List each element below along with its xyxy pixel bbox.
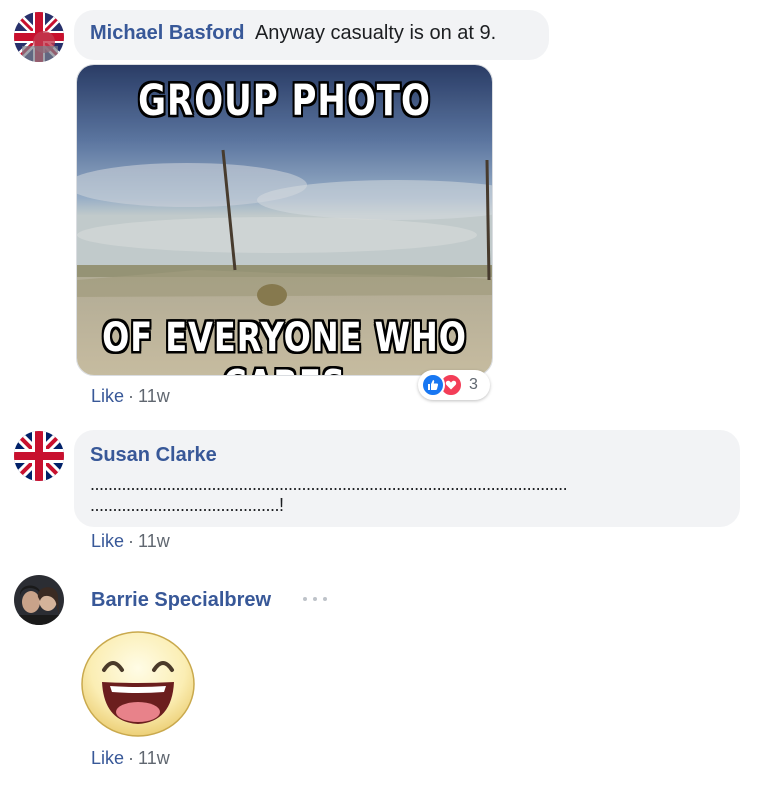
separator: · [128,386,135,406]
comment-actions: Like · 11w [91,386,170,407]
avatar-michael-basford[interactable] [14,12,64,62]
meme-top-text: GROUP PHOTO [138,76,431,126]
more-options-icon[interactable] [303,591,327,607]
comment-bubble: Susan Clarke ...........................… [74,430,740,527]
comment-actions: Like · 11w [91,748,170,769]
separator: · [128,748,135,768]
comment-author[interactable]: Susan Clarke [90,444,724,467]
like-icon [421,373,445,397]
comment-actions: Like · 11w [91,531,170,552]
timestamp-link[interactable]: 11w [138,531,170,551]
meme-bottom-text: OF EVERYONE WHO CARES [102,313,467,376]
like-link[interactable]: Like [91,531,124,551]
comment-text: Anyway casualty is on at 9. [254,22,497,44]
reactions-summary[interactable]: 3 [418,370,490,400]
comment-text-line-1: ........................................… [90,474,568,494]
reaction-count: 3 [469,376,478,393]
like-link[interactable]: Like [91,386,124,406]
avatar-susan-clarke[interactable] [14,431,64,481]
comment-author[interactable]: Michael Basford [90,22,244,44]
avatar-barrie-specialbrew[interactable] [14,575,64,625]
comment-text-line-2: ........................................… [90,495,284,515]
comment-bubble: Michael Basford Anyway casualty is on at… [74,10,549,60]
timestamp-link[interactable]: 11w [138,748,170,768]
like-link[interactable]: Like [91,748,124,768]
comment-author[interactable]: Barrie Specialbrew [91,589,271,612]
timestamp-link[interactable]: 11w [138,386,170,406]
laughing-face-sticker [80,630,196,738]
separator: · [128,531,135,551]
comment-photo[interactable]: GROUP PHOTO OF EVERYONE WHO CARES [76,64,493,376]
